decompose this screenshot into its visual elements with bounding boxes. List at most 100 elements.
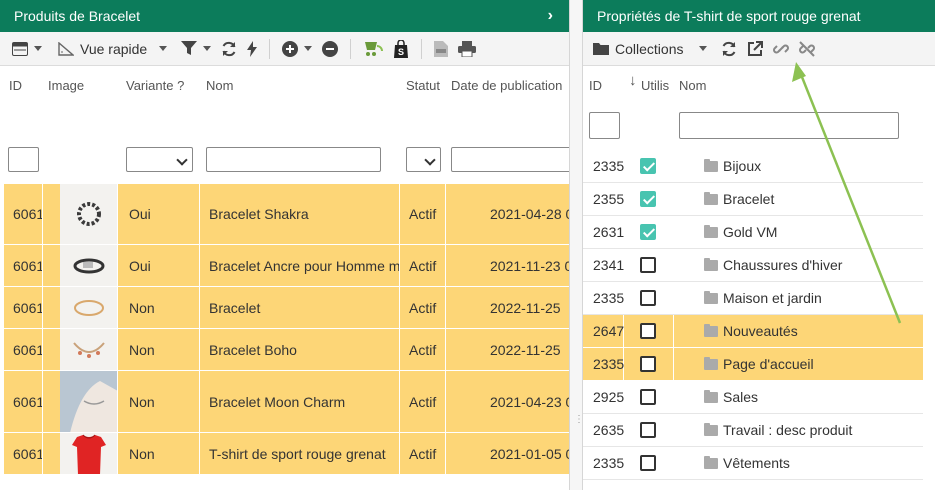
anchor-bracelet-image [73,258,105,274]
product-id: 6061 [4,184,43,244]
collection-checkbox[interactable] [640,158,656,174]
column-header-name[interactable]: Nom [206,78,233,93]
column-header-id[interactable]: ID [589,78,602,93]
svg-text:S: S [398,47,404,57]
collection-name: Sales [723,389,759,405]
collection-id: 2335 [593,290,625,306]
table-row[interactable]: 6061 Non Bracelet Actif 2022-11-25 [4,287,569,329]
list-item[interactable]: 2925 Sales [583,381,923,414]
list-item[interactable]: 2335 Page d'accueil [583,348,923,381]
list-item[interactable]: 2335 Maison et jardin [583,282,923,315]
open-external-button[interactable] [743,36,767,62]
list-item[interactable]: 2341 Chaussures d'hiver [583,249,923,282]
products-toolbar: Vue rapide S [0,32,569,66]
product-variant: Oui [120,245,200,286]
id-filter-input[interactable] [8,147,39,172]
ruler-icon [58,41,74,56]
name-filter-input[interactable] [679,112,899,139]
external-link-icon [748,40,764,56]
column-header-id[interactable]: ID [9,78,22,93]
status-filter-select[interactable] [406,147,441,172]
collection-checkbox[interactable] [640,356,656,372]
sync-shopify-button[interactable] [359,36,387,62]
product-id: 6061 [4,329,43,370]
table-row[interactable]: 6061 Non T-shirt de sport rouge grenat A… [4,433,569,475]
collection-name: Travail : desc produit [723,422,853,438]
product-thumbnail[interactable] [60,287,118,328]
add-button[interactable] [278,36,316,62]
properties-toolbar: Collections [583,32,935,66]
product-name: Bracelet [200,287,400,328]
quick-action-button[interactable] [243,36,261,62]
csv-file-icon [434,40,449,57]
column-header-image[interactable]: Image [48,78,84,93]
export-csv-button[interactable] [430,36,452,62]
red-tshirt-image [72,434,106,474]
collection-checkbox[interactable] [640,422,656,438]
column-header-name[interactable]: Nom [679,78,706,93]
product-date: 2021-11-23 0 [446,245,569,286]
product-status: Actif [400,245,446,286]
list-item[interactable]: 2631 Gold VM [583,216,923,249]
folder-icon [704,258,718,271]
properties-panel-header: Propriétés de T-shirt de sport rouge gre… [583,0,935,32]
product-thumbnail[interactable] [60,245,118,286]
collection-name: Gold VM [723,224,778,240]
print-button[interactable] [454,36,480,62]
product-date: 2022-11-25 [446,329,569,370]
collapse-chevron-icon[interactable]: › [548,0,553,32]
filter-button[interactable] [177,36,215,62]
folder-icon [704,192,718,205]
collection-id: 2335 [593,356,625,372]
collection-id: 2635 [593,422,625,438]
collection-checkbox[interactable] [640,224,656,240]
collection-name: Vêtements [723,455,790,471]
name-filter-input[interactable] [206,147,381,172]
sort-descending-icon[interactable]: ↓ [629,72,637,89]
collection-id: 2335 [593,158,625,174]
column-header-variant[interactable]: Variante ? [126,78,184,93]
remove-button[interactable] [318,36,342,62]
column-header-publication-date[interactable]: Date de publication [451,78,562,93]
variant-filter-select[interactable] [126,147,193,172]
collections-dropdown[interactable]: Collections [589,36,711,62]
list-item[interactable]: 2335 Bijoux [583,150,923,183]
panel-splitter[interactable]: ⋮ [570,0,584,490]
collection-checkbox[interactable] [640,455,656,471]
collection-checkbox[interactable] [640,389,656,405]
table-row[interactable]: 6061 Non Bracelet Boho Actif 2022-11-25 [4,329,569,371]
collection-id: 2925 [593,389,625,405]
list-item[interactable]: 2647 Nouveautés [583,315,923,348]
column-header-used[interactable]: Utilis [641,78,669,93]
collection-checkbox[interactable] [640,290,656,306]
list-item[interactable]: 2335 Vêtements [583,447,923,480]
product-thumbnail[interactable] [60,433,118,474]
product-status: Actif [400,184,446,244]
refresh-icon [723,41,736,56]
shopify-button[interactable]: S [389,36,413,62]
product-name: T-shirt de sport rouge grenat [200,433,400,474]
table-row[interactable]: 6061 Oui Bracelet Ancre pour Homme m Act… [4,245,569,287]
table-row[interactable]: 6061 Oui Bracelet Shakra Actif 2021-04-2… [4,184,569,245]
list-item[interactable]: 2635 Travail : desc produit [583,414,923,447]
collection-checkbox[interactable] [640,323,656,339]
refresh-button[interactable] [717,36,741,62]
caret-down-icon [699,46,708,51]
id-filter-input[interactable] [589,112,620,139]
collection-checkbox[interactable] [640,191,656,207]
collection-checkbox[interactable] [640,257,656,273]
date-filter-input[interactable] [451,147,569,172]
unlink-button[interactable] [795,36,819,62]
product-thumbnail[interactable] [60,371,118,432]
link-button[interactable] [769,36,793,62]
table-row[interactable]: 6061 Non Bracelet Moon Charm Actif 2021-… [4,371,569,433]
list-item[interactable]: 2355 Bracelet [583,183,923,216]
quick-view-dropdown[interactable]: Vue rapide [54,36,171,62]
column-header-status[interactable]: Statut [406,78,440,93]
product-thumbnail[interactable] [60,184,118,244]
toolbar-divider [350,38,352,59]
refresh-button[interactable] [217,36,241,62]
product-thumbnail[interactable] [60,329,118,370]
products-panel-header: Produits de Bracelet › [0,0,569,32]
layout-menu-button[interactable] [8,36,46,62]
